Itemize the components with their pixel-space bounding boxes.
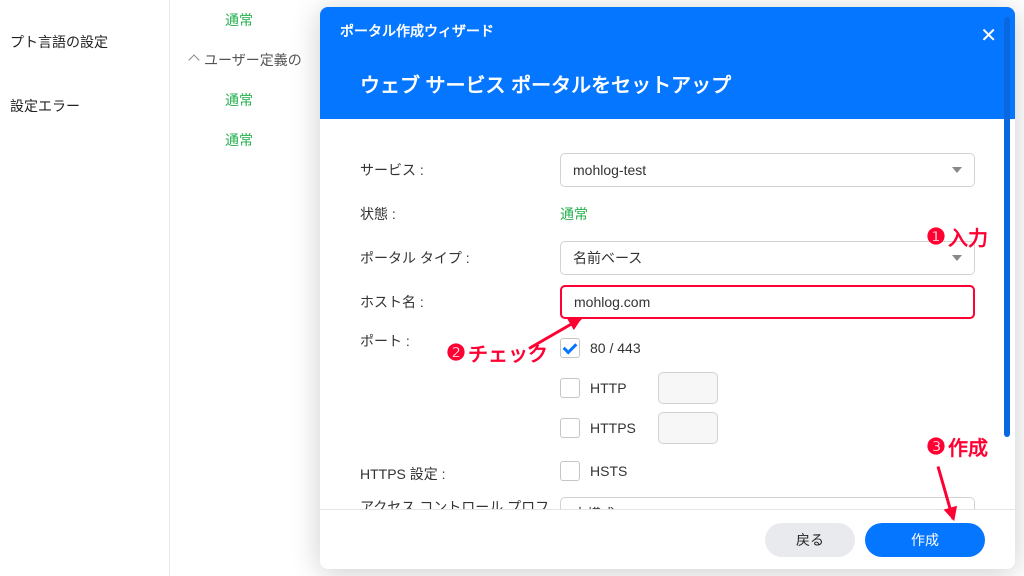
modal-title: ポータル作成ウィザード xyxy=(340,21,494,41)
modal-header: ポータル作成ウィザード ✕ ウェブ サービス ポータルをセットアップ xyxy=(320,7,1015,119)
status-value: 通常 xyxy=(560,206,588,222)
sidebar-mid-header-user-defined[interactable]: ユーザー定義の xyxy=(170,40,340,80)
close-icon[interactable]: ✕ xyxy=(980,23,997,48)
sidebar-mid-item-3[interactable]: 通常 xyxy=(170,120,340,160)
create-button[interactable]: 作成 xyxy=(865,523,985,557)
sidebar-left: プト言語の設定 設定エラー xyxy=(0,0,170,576)
chevron-up-icon xyxy=(188,54,199,65)
modal-body: サービス : mohlog-test 状態 : 通常 ポータル タイプ : 名前… xyxy=(320,119,1015,509)
sidebar-mid-item-1[interactable]: 通常 xyxy=(170,0,340,40)
annotation-1-num: ❶ xyxy=(925,226,947,248)
select-portal-type-value: 名前ベース xyxy=(573,248,642,268)
annotation-3-num: ❸ xyxy=(925,436,947,458)
checkbox-hsts-label: HSTS xyxy=(590,463,648,479)
chevron-down-icon xyxy=(952,255,962,261)
sidebar-item-script-lang[interactable]: プト言語の設定 xyxy=(0,20,169,64)
select-portal-type[interactable]: 名前ベース xyxy=(560,241,975,275)
label-hostname: ホスト名 : xyxy=(360,292,560,312)
label-service: サービス : xyxy=(360,160,560,180)
hostname-input[interactable] xyxy=(560,285,975,319)
select-access-profile[interactable]: 未構成 xyxy=(560,497,975,509)
sidebar-mid: 通常 ユーザー定義の 通常 通常 xyxy=(170,0,340,576)
modal-footer: 戻る 作成 xyxy=(320,509,1015,569)
select-service-value: mohlog-test xyxy=(573,162,646,178)
checkbox-http[interactable] xyxy=(560,378,580,398)
checkbox-80-443-label: 80 / 443 xyxy=(590,340,648,356)
annotation-2: ❷ チェック xyxy=(445,338,548,367)
chevron-down-icon xyxy=(952,167,962,173)
http-port-input[interactable] xyxy=(658,372,718,404)
annotation-3-label: 作成 xyxy=(948,432,988,461)
sidebar-mid-header-label: ユーザー定義の xyxy=(204,50,302,70)
sidebar-item-config-error[interactable]: 設定エラー xyxy=(0,84,169,128)
select-service[interactable]: mohlog-test xyxy=(560,153,975,187)
sidebar-mid-item-2[interactable]: 通常 xyxy=(170,80,340,120)
https-port-input[interactable] xyxy=(658,412,718,444)
modal-scrollbar[interactable] xyxy=(1004,17,1010,557)
annotation-1: ❶ 入力 xyxy=(925,222,988,251)
checkbox-80-443[interactable] xyxy=(560,338,580,358)
label-portal-type: ポータル タイプ : xyxy=(360,248,560,268)
label-access-profile: アクセス コントロール プロフ ァイル : xyxy=(360,497,560,509)
checkbox-http-label: HTTP xyxy=(590,380,648,396)
label-https-settings: HTTPS 設定 : xyxy=(360,464,560,484)
scrollbar-thumb[interactable] xyxy=(1004,17,1010,437)
annotation-3: ❸ 作成 xyxy=(925,432,988,461)
select-access-profile-value: 未構成 xyxy=(573,504,615,509)
checkbox-https-label: HTTPS xyxy=(590,420,648,436)
checkbox-https[interactable] xyxy=(560,418,580,438)
portal-wizard-modal: ポータル作成ウィザード ✕ ウェブ サービス ポータルをセットアップ サービス … xyxy=(320,7,1015,569)
annotation-2-label: チェック xyxy=(468,338,548,367)
annotation-2-num: ❷ xyxy=(445,342,467,364)
checkbox-hsts[interactable] xyxy=(560,461,580,481)
modal-subtitle: ウェブ サービス ポータルをセットアップ xyxy=(360,69,731,98)
annotation-1-label: 入力 xyxy=(948,222,988,251)
back-button[interactable]: 戻る xyxy=(765,523,855,557)
label-status: 状態 : xyxy=(360,204,560,224)
